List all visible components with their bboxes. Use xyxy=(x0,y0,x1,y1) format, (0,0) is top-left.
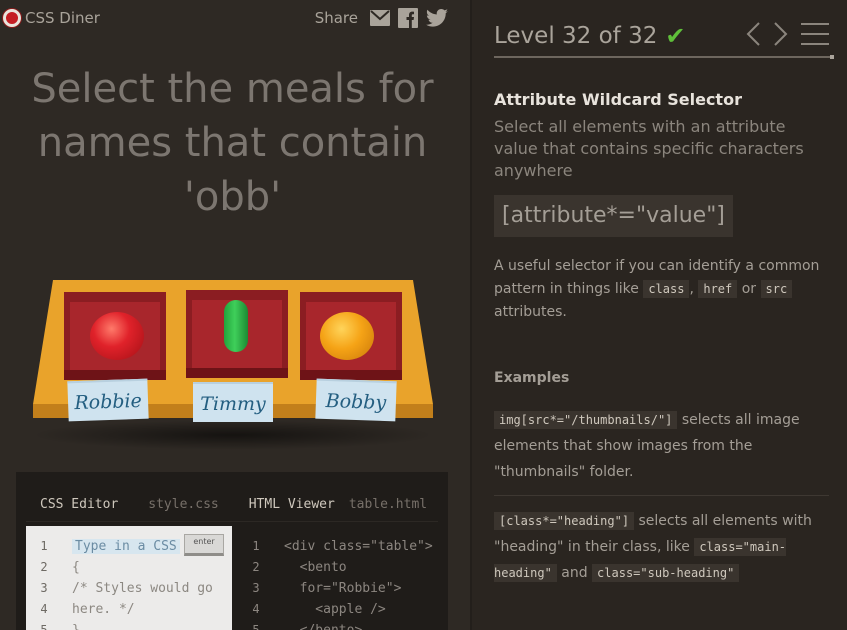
bento-box[interactable] xyxy=(186,290,288,378)
previous-level-button[interactable] xyxy=(745,21,761,51)
enter-button[interactable]: enter xyxy=(184,534,224,556)
level-header: Level 32 of 32 ✔ xyxy=(494,16,829,56)
name-tag: Robbie xyxy=(67,378,149,422)
css-selector-input[interactable]: Type in a CSS xyxy=(72,539,180,554)
app-title: CSS Diner xyxy=(25,9,100,27)
next-level-button[interactable] xyxy=(773,21,789,51)
red-apple[interactable] xyxy=(90,312,144,360)
table-shadow xyxy=(30,420,435,450)
sidebar: Level 32 of 32 ✔ Attribute Wildcard Sele… xyxy=(470,0,847,630)
code-tag: src xyxy=(760,280,793,298)
share-label: Share xyxy=(314,9,358,27)
line-numbers: 1 2 3 4 5 xyxy=(26,526,62,630)
share-bar: Share xyxy=(315,8,448,28)
css-editor-title: CSS Editor xyxy=(40,497,119,512)
code-editor: CSS Editor style.css HTML Viewer table.h… xyxy=(16,472,448,630)
code-tag: class xyxy=(643,280,690,298)
html-pane: 1 2 3 4 5 <div class="table"> <bento for… xyxy=(238,526,438,630)
selector-hint: A useful selector if you can identify a … xyxy=(494,258,820,320)
game-area: CSS Diner Share Select the meals for nam… xyxy=(0,0,470,630)
selector-description: Select all elements with an attribute va… xyxy=(494,117,804,180)
logo[interactable]: CSS Diner xyxy=(3,8,100,28)
html-code: <div class="table"> <bento for="Robbie">… xyxy=(284,539,433,630)
bento-box[interactable] xyxy=(64,292,166,380)
html-file-name: table.html xyxy=(348,497,428,512)
menu-button[interactable] xyxy=(801,22,829,50)
order-instruction: Select the meals for names that contain … xyxy=(31,66,434,220)
css-pane: 1 2 3 4 5 Type in a CSS { /* Styles woul… xyxy=(26,526,232,630)
name-tag: Bobby xyxy=(315,378,397,422)
twitter-icon[interactable] xyxy=(426,9,448,27)
example-2: [class*="heading"] selects all elements … xyxy=(494,512,812,582)
html-viewer-title: HTML Viewer xyxy=(248,497,335,512)
top-bar: CSS Diner Share xyxy=(0,0,470,36)
pickle[interactable] xyxy=(224,300,248,352)
plate-logo-icon xyxy=(3,9,21,27)
css-file-name: style.css xyxy=(148,497,219,512)
code-tag: class="sub-heading" xyxy=(592,564,740,582)
line-numbers: 1 2 3 4 5 xyxy=(252,539,260,630)
facebook-icon[interactable] xyxy=(398,8,418,28)
level-nav xyxy=(745,21,829,51)
example-1: img[src*="/thumbnails/"] selects all ima… xyxy=(494,411,800,480)
editor-header: CSS Editor style.css HTML Viewer table.h… xyxy=(26,488,438,522)
code-tag: img[src*="/thumbnails/"] xyxy=(494,411,678,429)
name-tag: Timmy xyxy=(193,382,273,422)
code-tag: [class*="heading"] xyxy=(494,512,635,530)
table: Robbie Timmy Bobby xyxy=(0,230,470,470)
level-indicator: Level 32 of 32 xyxy=(494,23,658,49)
selector-syntax: [attribute*="value"] xyxy=(494,195,733,237)
examples-heading: Examples xyxy=(494,370,570,386)
checkmark-icon: ✔ xyxy=(665,22,686,50)
orange-apple[interactable] xyxy=(320,312,374,360)
email-icon[interactable] xyxy=(370,10,390,26)
level-progress-bar xyxy=(494,55,834,59)
divider xyxy=(494,495,829,496)
selector-name: Attribute Wildcard Selector xyxy=(494,90,742,109)
code-tag: href xyxy=(698,280,738,298)
bento-box[interactable] xyxy=(300,292,402,380)
